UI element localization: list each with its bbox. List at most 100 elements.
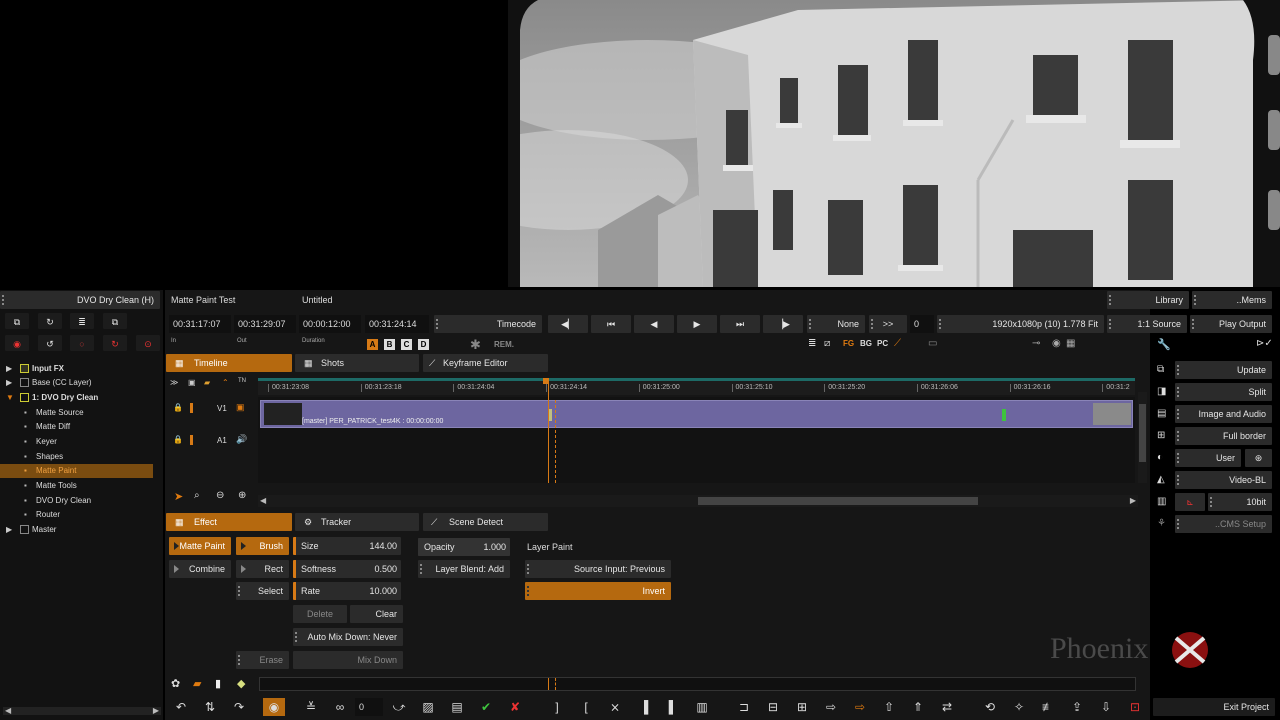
source-input-dropdown[interactable]: Source Input: Previous [525, 560, 671, 578]
refresh-node-icon[interactable]: ↻ [38, 313, 62, 329]
asterisk-icon[interactable]: ✱ [470, 337, 481, 353]
clear-button[interactable]: Clear [350, 605, 403, 623]
track-v1-flag[interactable] [190, 403, 193, 413]
tab-shots[interactable]: ▦ Shots [295, 354, 419, 372]
split-mode-icon[interactable]: ⧄ [824, 338, 830, 349]
pc-button[interactable]: PC [877, 339, 888, 348]
edit-mode-icon[interactable]: ≫ [170, 378, 178, 387]
tree-item-shapes[interactable]: ▪ Shapes [0, 450, 153, 464]
save-icon[interactable]: ⇩ [1095, 698, 1117, 716]
image-audio-button[interactable]: Image and Audio [1175, 405, 1272, 423]
size-slider[interactable]: Size 144.00 [293, 537, 401, 555]
exchange-icon[interactable]: ⇄ [936, 698, 958, 716]
timeline-area[interactable]: [master] PER_PATRICK_test4K : 00:00:00:0… [258, 397, 1135, 483]
auto-mix-down-dropdown[interactable]: Auto Mix Down: Never [293, 628, 403, 646]
layer-blend-dropdown[interactable]: Layer Blend: Add [418, 560, 510, 578]
reset-node-icon[interactable]: ↻ [103, 335, 127, 351]
rate-slider[interactable]: Rate 10.000 [293, 582, 401, 600]
tab-scene-detect[interactable]: ⟋ Scene Detect [423, 513, 548, 531]
chart-icon[interactable]: ◭ [1157, 474, 1165, 485]
b-button[interactable]: B [384, 339, 395, 350]
split-button[interactable]: Split [1175, 383, 1272, 401]
update-button[interactable]: Update [1175, 361, 1272, 379]
tree-item-matte-tools[interactable]: ▪ Matte Tools [0, 479, 153, 493]
tn-button[interactable]: TN [238, 378, 246, 384]
list-node-icon[interactable]: ≣ [70, 313, 94, 329]
bit-depth-button[interactable]: 10bit [1208, 493, 1272, 511]
softness-slider[interactable]: Softness 0.500 [293, 560, 401, 578]
disable-node-icon[interactable]: ○ [70, 335, 94, 351]
video-bl-button[interactable]: Video-BL [1175, 471, 1272, 489]
monitor-icon[interactable]: ▭ [928, 338, 937, 349]
library-button[interactable]: Library [1107, 291, 1189, 309]
stripes-icon[interactable]: ▤ [446, 698, 468, 716]
node-panel-title-bar[interactable]: DVO Dry Clean (H) [0, 291, 160, 309]
undo-icon[interactable]: ↶ [170, 698, 192, 716]
color-node-icon[interactable]: ◉ [5, 335, 29, 351]
record-node-icon[interactable]: ⊙ [136, 335, 160, 351]
zoom-in-icon[interactable]: ⊕ [238, 490, 246, 501]
tab-timeline[interactable]: ▦ Timeline [166, 354, 292, 372]
user-button[interactable]: User [1175, 449, 1241, 467]
tree-item-master[interactable]: ▶ Master [0, 523, 153, 537]
tree-item-matte-diff[interactable]: ▪ Matte Diff [0, 420, 153, 434]
wrench-icon[interactable]: 🔧 [1157, 338, 1171, 351]
tree-item-matte-paint[interactable]: ▪ Matte Paint [0, 464, 153, 478]
erase-button[interactable]: Erase [236, 651, 289, 669]
tree-item-base[interactable]: ▶ Base (CC Layer) [0, 376, 153, 390]
export-icon[interactable]: ⇪ [1066, 698, 1088, 716]
timecode-mode-button[interactable]: Timecode [434, 315, 542, 333]
clapper-icon[interactable]: ▨ [417, 698, 439, 716]
track-a1-flag[interactable] [190, 435, 193, 445]
rotate-node-icon[interactable]: ↺ [38, 335, 62, 351]
clip-green-marker[interactable] [1002, 409, 1006, 421]
c-button[interactable]: C [401, 339, 412, 350]
brush-button[interactable]: Brush [236, 537, 289, 555]
gap-icon[interactable]: ⊟ [762, 698, 784, 716]
bracket-left-icon[interactable]: [ [575, 698, 597, 716]
tab-tracker[interactable]: ⚙ Tracker [295, 513, 419, 531]
lock-icon[interactable]: 🔒 [173, 403, 183, 412]
fx-icon[interactable]: ✧ [1008, 698, 1030, 716]
play-output-button[interactable]: Play Output [1190, 315, 1272, 333]
approve-icon[interactable]: ✔ [475, 698, 497, 716]
tab-effect[interactable]: ▦ Effect [166, 513, 292, 531]
image-audio-icon[interactable]: ▤ [1157, 408, 1166, 419]
fast-forward-button[interactable]: >> [869, 315, 907, 333]
trim-out-icon[interactable]: ▐ [633, 698, 655, 716]
source-dropdown[interactable]: 1:1 Source [1107, 315, 1187, 333]
swap-icon[interactable]: ⇅ [199, 698, 221, 716]
d-button[interactable]: D [418, 339, 429, 350]
tree-item-matte-source[interactable]: ▪ Matte Source [0, 406, 153, 420]
playhead-line[interactable] [548, 381, 549, 483]
render-icon[interactable]: ⟲ [979, 698, 1001, 716]
invert-button[interactable]: Invert [525, 582, 671, 600]
film-icon[interactable]: ▣ [188, 378, 196, 387]
zoom-fit-icon[interactable]: ⌕ [194, 490, 200, 501]
bg-button[interactable]: BG [860, 339, 872, 348]
video-track-icon[interactable]: ▣ [236, 402, 245, 413]
video-clip[interactable]: [master] PER_PATRICK_test4K : 00:00:00:0… [260, 400, 1133, 428]
user-icon[interactable]: ◐ [1157, 452, 1163, 463]
mini-timeline[interactable] [259, 677, 1136, 691]
out-timecode[interactable]: 00:31:29:07 [234, 315, 296, 333]
arrow-right-orange-icon[interactable]: ⇨ [849, 698, 871, 716]
tree-item-dvo-dry-clean-fx[interactable]: ▪ DVO Dry Clean [0, 494, 153, 508]
copy-node-icon[interactable]: ⧉ [103, 313, 127, 329]
play-icon[interactable]: ▶ [677, 315, 717, 333]
duration-timecode[interactable]: 00:00:12:00 [299, 315, 361, 333]
rem-label[interactable]: REM. [494, 340, 514, 349]
opacity-slider[interactable]: Opacity 1.000 [418, 538, 510, 556]
user-settings-icon[interactable]: ⊛ [1245, 449, 1272, 467]
split-edit-icon[interactable]: ⨯ [604, 698, 626, 716]
viewer[interactable] [508, 0, 1280, 287]
marker-icon[interactable]: ⌃ [222, 378, 229, 387]
timeline-ruler[interactable]: 00:31:23:08 00:31:23:18 00:31:24:04 00:31:2… [258, 378, 1135, 395]
delete-button[interactable]: Delete [293, 605, 347, 623]
matte-paint-button[interactable]: Matte Paint [169, 537, 231, 555]
mix-down-button[interactable]: Mix Down [293, 651, 403, 669]
ff-value-field[interactable]: 0 [910, 315, 934, 333]
full-border-button[interactable]: Full border [1175, 427, 1272, 445]
tracks-icon[interactable]: ≚ [300, 698, 322, 716]
layers-icon[interactable]: ▰ [193, 677, 201, 690]
